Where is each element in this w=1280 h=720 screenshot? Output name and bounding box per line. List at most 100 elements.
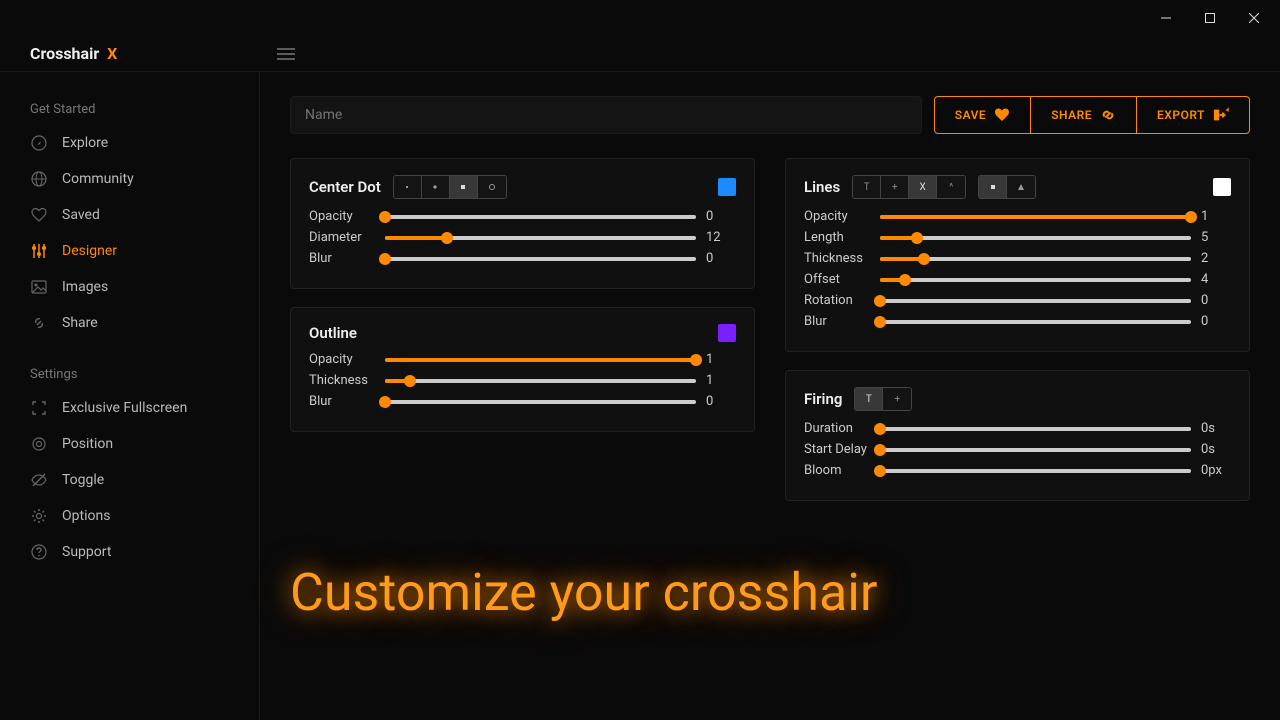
sidebar-item-explore[interactable]: Explore	[0, 125, 259, 161]
sidebar-item-label: Position	[62, 436, 113, 452]
sidebar-item-options[interactable]: Options	[0, 498, 259, 534]
firing-toggle-group: T +	[854, 387, 912, 411]
sidebar-item-support[interactable]: Support	[0, 534, 259, 570]
slider-track[interactable]	[385, 257, 696, 261]
sidebar-item-label: Designer	[62, 243, 117, 259]
sidebar-item-label: Support	[62, 544, 111, 560]
sidebar-item-exclusive-fullscreen[interactable]: Exclusive Fullscreen	[0, 390, 259, 426]
sidebar-item-share[interactable]: Share	[0, 305, 259, 341]
sidebar-item-label: Exclusive Fullscreen	[62, 400, 187, 416]
slider-thumb[interactable]	[379, 396, 391, 408]
slider-thumb[interactable]	[441, 232, 453, 244]
slider-thumb[interactable]	[379, 253, 391, 265]
sidebar-item-community[interactable]: Community	[0, 161, 259, 197]
export-button[interactable]: EXPORT	[1137, 97, 1249, 133]
slider-thumb[interactable]	[874, 316, 886, 328]
sidebar-item-toggle[interactable]: Toggle	[0, 462, 259, 498]
slider-track[interactable]	[880, 236, 1191, 240]
slider-thumb[interactable]	[379, 211, 391, 223]
slider-track[interactable]	[385, 400, 696, 404]
lines-color-swatch[interactable]	[1213, 178, 1231, 196]
slider-blur: Blur0	[309, 251, 736, 266]
slider-thumb[interactable]	[874, 295, 886, 307]
shape-circle[interactable]	[478, 176, 506, 198]
save-button[interactable]: SAVE	[935, 97, 1031, 133]
slider-track[interactable]	[880, 257, 1191, 261]
slider-track[interactable]	[880, 469, 1191, 473]
outline-color-swatch[interactable]	[718, 324, 736, 342]
sidebar-item-label: Share	[62, 315, 98, 331]
image-icon	[30, 278, 48, 296]
lines-triangle[interactable]	[1007, 176, 1035, 198]
lines-plus[interactable]: +	[881, 176, 909, 198]
slider-track[interactable]	[385, 379, 696, 383]
slider-thumb[interactable]	[874, 423, 886, 435]
action-button-group: SAVE SHARE EXPORT	[934, 96, 1250, 134]
slider-track[interactable]	[880, 215, 1191, 219]
slider-value: 2	[1201, 251, 1231, 266]
slider-label: Blur	[309, 394, 375, 409]
slider-thumb[interactable]	[874, 465, 886, 477]
slider-label: Blur	[309, 251, 375, 266]
lines-t[interactable]: T	[853, 176, 881, 198]
slider-thumb[interactable]	[899, 274, 911, 286]
slider-track[interactable]	[385, 358, 696, 362]
sidebar-section-settings: Settings	[0, 359, 259, 390]
slider-thumb[interactable]	[918, 253, 930, 265]
sidebar-item-position[interactable]: Position	[0, 426, 259, 462]
window-minimize-button[interactable]	[1144, 3, 1188, 33]
sidebar-item-label: Explore	[62, 135, 108, 151]
slider-thumb[interactable]	[1185, 211, 1197, 223]
lines-solid[interactable]	[979, 176, 1007, 198]
panel-title: Lines	[804, 178, 840, 196]
shape-diamond[interactable]	[422, 176, 450, 198]
slider-track[interactable]	[385, 215, 696, 219]
heart-filled-icon	[994, 107, 1010, 123]
export-icon	[1213, 107, 1229, 123]
panel-title: Center Dot	[309, 178, 381, 196]
sidebar-item-saved[interactable]: Saved	[0, 197, 259, 233]
slider-track[interactable]	[880, 427, 1191, 431]
shape-square[interactable]	[450, 176, 478, 198]
close-icon	[1249, 13, 1259, 23]
headline-text: Customize your crosshair	[290, 562, 1250, 623]
slider-track[interactable]	[880, 320, 1191, 324]
shape-toggle-group	[393, 175, 507, 199]
slider-thumb[interactable]	[874, 444, 886, 456]
slider-thumb[interactable]	[404, 375, 416, 387]
slider-value: 1	[706, 373, 736, 388]
slider-label: Bloom	[804, 463, 870, 478]
slider-thumb[interactable]	[911, 232, 923, 244]
lines-x[interactable]: X	[909, 176, 937, 198]
sidebar: Get Started Explore Community Saved Desi…	[0, 72, 260, 720]
target-icon	[30, 435, 48, 453]
lines-caret[interactable]: ^	[937, 176, 965, 198]
slider-value: 5	[1201, 230, 1231, 245]
sidebar-item-designer[interactable]: Designer	[0, 233, 259, 269]
slider-diameter: Diameter12	[309, 230, 736, 245]
firing-t[interactable]: T	[855, 388, 883, 410]
slider-thumb[interactable]	[690, 354, 702, 366]
share-button[interactable]: SHARE	[1031, 97, 1137, 133]
slider-track[interactable]	[880, 448, 1191, 452]
button-label: SHARE	[1051, 108, 1092, 122]
app-logo: Crosshair X	[30, 44, 117, 63]
centerdot-color-swatch[interactable]	[718, 178, 736, 196]
panel-outline: Outline Opacity1Thickness1Blur0	[290, 307, 755, 432]
button-label: SAVE	[955, 108, 986, 122]
slider-label: Blur	[804, 314, 870, 329]
sidebar-toggle-button[interactable]	[277, 48, 295, 60]
firing-plus[interactable]: +	[883, 388, 911, 410]
shape-tiny-square[interactable]	[394, 176, 422, 198]
slider-track[interactable]	[385, 236, 696, 240]
logo-text-part: Crossh	[30, 44, 81, 63]
button-label: EXPORT	[1157, 108, 1205, 122]
window-maximize-button[interactable]	[1188, 3, 1232, 33]
window-close-button[interactable]	[1232, 3, 1276, 33]
sidebar-item-images[interactable]: Images	[0, 269, 259, 305]
slider-track[interactable]	[880, 299, 1191, 303]
sidebar-item-label: Images	[62, 279, 108, 295]
crosshair-name-input[interactable]	[290, 96, 922, 134]
slider-value: 1	[1201, 209, 1231, 224]
slider-track[interactable]	[880, 278, 1191, 282]
